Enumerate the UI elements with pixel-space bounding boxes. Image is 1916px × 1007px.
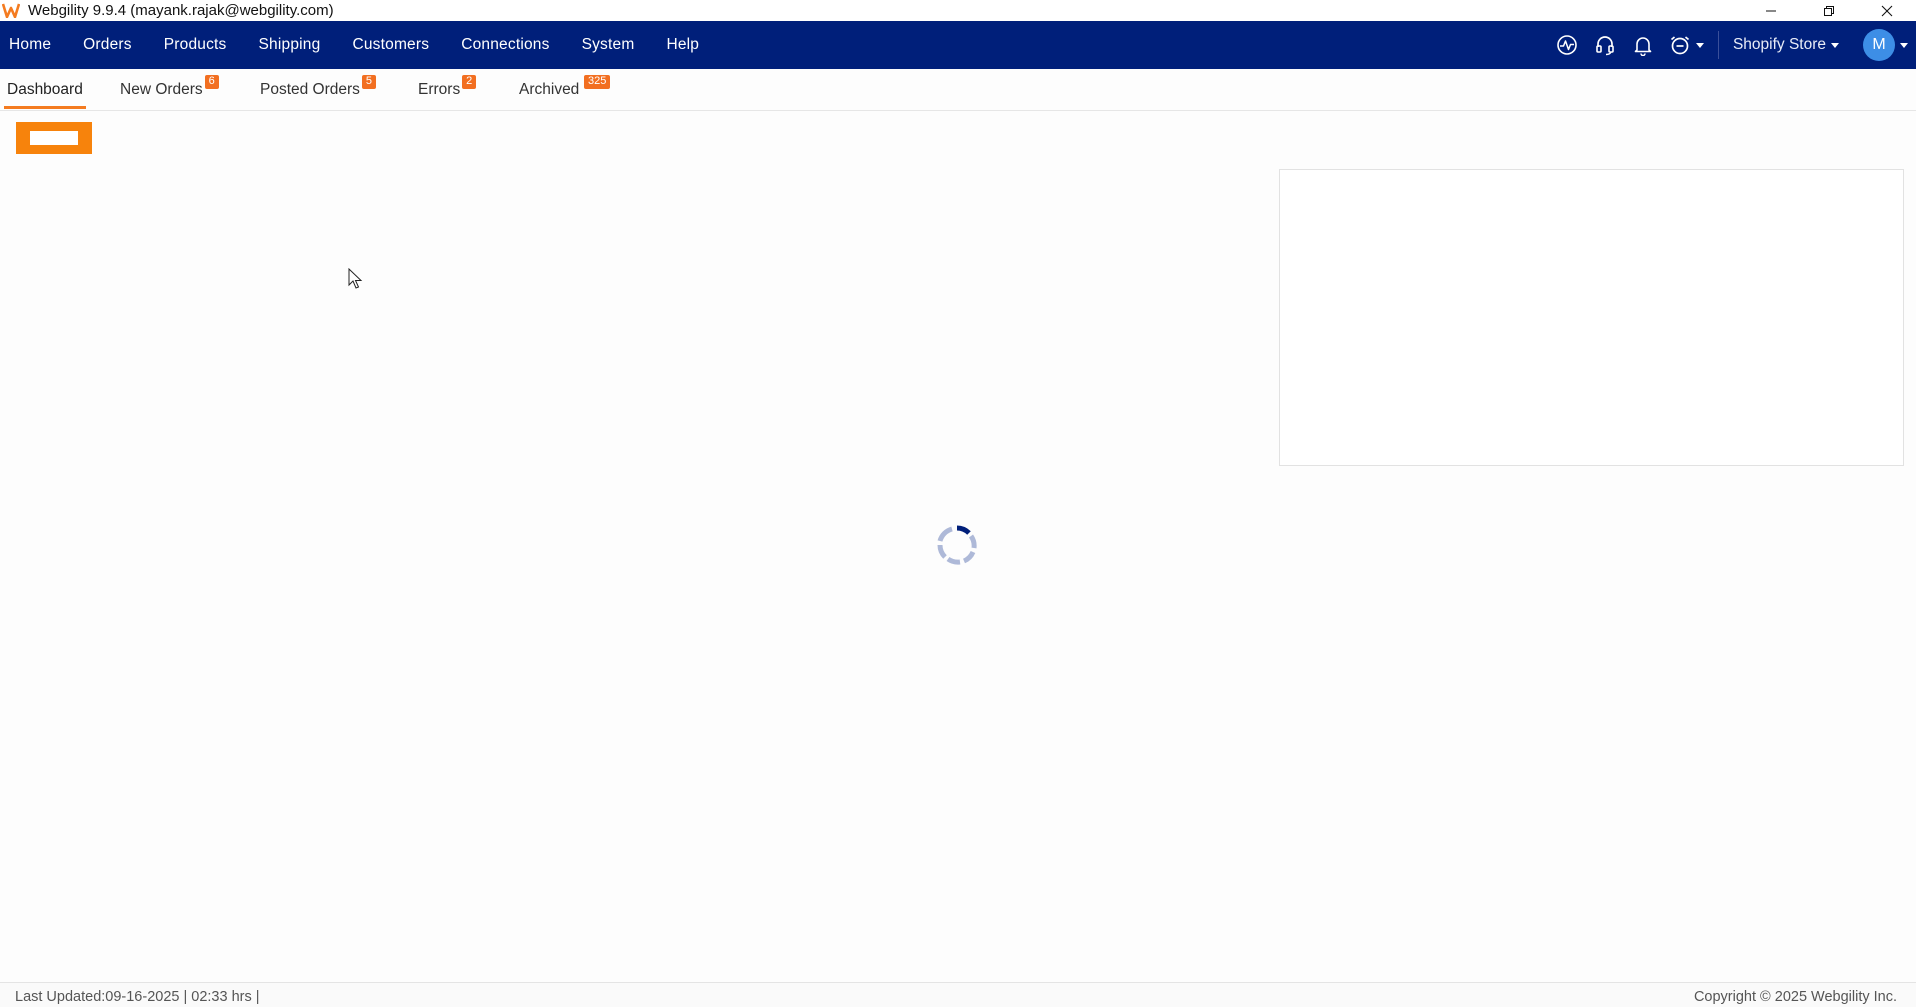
- button-label-placeholder: [30, 131, 78, 145]
- avatar: M: [1863, 29, 1895, 61]
- chevron-down-icon: [1831, 42, 1839, 48]
- dashboard-side-panel: [1279, 169, 1904, 466]
- sub-tab-bar: Dashboard New Orders 6 Posted Orders 5 E…: [0, 69, 1916, 111]
- mouse-pointer-icon: [348, 268, 363, 289]
- nav-home[interactable]: Home: [9, 21, 51, 69]
- restore-button[interactable]: [1800, 0, 1858, 21]
- nav-products[interactable]: Products: [164, 21, 227, 69]
- tab-label: Errors: [418, 81, 461, 98]
- tab-errors[interactable]: Errors 2: [418, 69, 477, 111]
- window-titlebar: Webgility 9.9.4 (mayank.rajak@webgility.…: [0, 0, 1916, 21]
- nav-divider: [1717, 31, 1719, 59]
- nav-connections[interactable]: Connections: [461, 21, 549, 69]
- count-badge: 2: [462, 75, 477, 89]
- top-navigation: Home Orders Products Shipping Customers …: [0, 21, 1916, 69]
- nav-system[interactable]: System: [582, 21, 635, 69]
- copyright-text: Copyright © 2025 Webgility Inc.: [1693, 989, 1897, 1005]
- count-badge: 5: [361, 75, 376, 89]
- window-title: Webgility 9.9.4 (mayank.rajak@webgility.…: [28, 1, 334, 19]
- nav-orders[interactable]: Orders: [83, 21, 132, 69]
- headset-icon[interactable]: [1593, 33, 1617, 57]
- store-name: Shopify Store: [1732, 36, 1826, 53]
- chevron-down-icon: [1695, 42, 1704, 48]
- activity-icon[interactable]: [1555, 33, 1579, 57]
- status-footer: Last Updated:09-16-2025 | 02:33 hrs | Co…: [0, 982, 1916, 1007]
- tab-posted-orders[interactable]: Posted Orders 5: [260, 69, 376, 111]
- tab-label: New Orders: [120, 81, 203, 98]
- nav-right-tools: Shopify Store M: [1555, 21, 1916, 69]
- loading-spinner-icon: [937, 525, 977, 565]
- restore-icon: [1824, 5, 1834, 16]
- close-button[interactable]: [1858, 0, 1916, 21]
- tab-label: Archived: [519, 81, 580, 98]
- tab-label: Posted Orders: [260, 81, 360, 98]
- store-selector[interactable]: Shopify Store: [1733, 36, 1839, 54]
- tab-label: Dashboard: [7, 81, 83, 98]
- minimize-button[interactable]: [1742, 0, 1800, 21]
- chevron-down-icon: [1900, 42, 1908, 48]
- alarm-clock-icon: [1670, 36, 1689, 55]
- nav-shipping[interactable]: Shipping: [259, 21, 321, 69]
- window-controls: [1742, 0, 1916, 21]
- webgility-logo-icon: [2, 3, 22, 19]
- active-tab-indicator: [4, 106, 86, 109]
- tab-dashboard[interactable]: Dashboard: [4, 69, 86, 111]
- count-badge: 6: [204, 75, 219, 89]
- user-menu[interactable]: M: [1863, 29, 1908, 61]
- action-button-placeholder[interactable]: [16, 122, 92, 154]
- close-icon: [1881, 5, 1893, 16]
- nav-help[interactable]: Help: [666, 21, 699, 69]
- count-badge: 325: [583, 75, 611, 89]
- minimize-icon: [1766, 10, 1776, 11]
- tab-new-orders[interactable]: New Orders 6: [120, 69, 219, 111]
- tab-archived[interactable]: Archived 325: [519, 69, 611, 111]
- nav-customers[interactable]: Customers: [352, 21, 429, 69]
- bell-icon[interactable]: [1631, 33, 1655, 57]
- main-menu: Home Orders Products Shipping Customers …: [0, 21, 731, 69]
- alarm-dropdown[interactable]: [1669, 34, 1704, 56]
- last-updated-text: Last Updated:09-16-2025 | 02:33 hrs |: [15, 989, 260, 1005]
